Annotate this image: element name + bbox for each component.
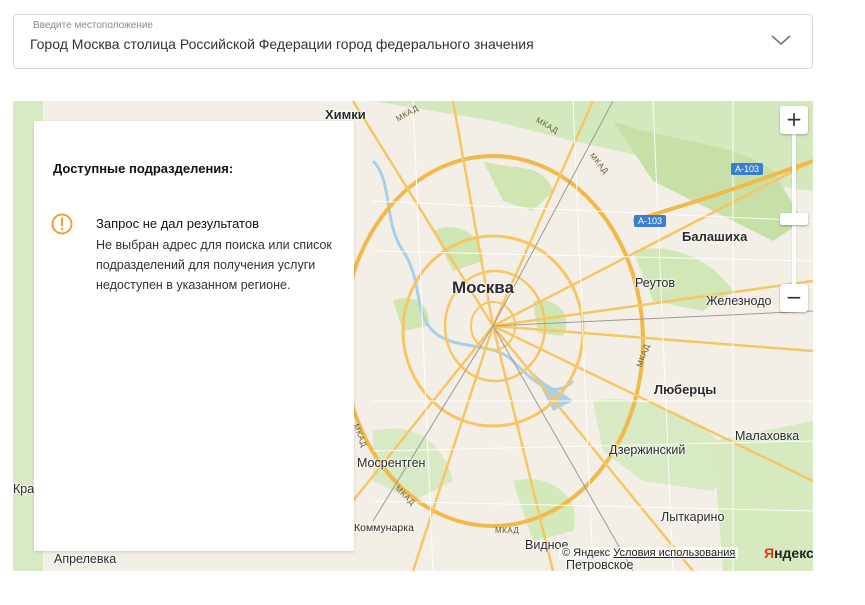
road-sign-a103: А-103 xyxy=(731,163,764,175)
map-label-moskva: Москва xyxy=(452,278,514,297)
yandex-logo[interactable]: Яндекс xyxy=(764,545,813,561)
map-label-kra: Кра xyxy=(13,482,35,496)
map-label-kommunarka: Коммунарка xyxy=(354,522,414,534)
units-panel: Доступные подразделения: Запрос не дал р… xyxy=(34,121,354,551)
road-sign-a103: А-103 xyxy=(634,215,667,227)
map-label-khimki: Химки xyxy=(325,107,366,122)
map-label-zheleznodor: Железнодо xyxy=(706,294,772,308)
logo-rest: ндекс xyxy=(774,545,813,561)
location-value[interactable]: Город Москва столица Российской Федераци… xyxy=(30,36,534,52)
terms-of-use-link[interactable]: Условия использования xyxy=(613,547,735,559)
logo-first-letter: Я xyxy=(764,545,775,561)
result-title: Запрос не дал результатов xyxy=(96,216,259,231)
map-label-mosrentgen: Мосрентген xyxy=(357,456,426,470)
location-select[interactable]: Введите местоположение Город Москва стол… xyxy=(13,14,813,69)
result-text: Не выбран адрес для поиска или список по… xyxy=(96,238,332,292)
map-label-lytkarino: Лыткарино xyxy=(661,510,725,524)
map-label-dzerzhinsky: Дзержинский xyxy=(609,443,686,457)
map-label-reutov: Реутов xyxy=(635,276,676,290)
zoom-in-button[interactable]: + xyxy=(780,106,808,134)
map-label-balashikha: Балашиха xyxy=(682,229,748,244)
chevron-down-icon[interactable] xyxy=(770,33,792,47)
zoom-out-button[interactable]: − xyxy=(780,284,808,312)
warning-circle-icon xyxy=(51,213,73,235)
copyright-prefix: © Яндекс xyxy=(562,547,611,559)
panel-title: Доступные подразделения: xyxy=(53,161,234,176)
mkad-label: МКАД xyxy=(495,526,520,535)
map-label-lyubertsy: Люберцы xyxy=(654,382,717,397)
map[interactable]: Химки Москва Балашиха Реутов Железнодо Л… xyxy=(13,101,813,571)
map-label-malakhovka: Малаховка xyxy=(735,429,800,443)
map-label-petrovskoe: Петровское xyxy=(566,558,634,571)
zoom-track[interactable] xyxy=(792,134,796,284)
location-label: Введите местоположение xyxy=(33,20,153,31)
map-copyright: © Яндекс Условия использования xyxy=(559,547,739,559)
map-label-aprelevka: Апрелевка xyxy=(54,552,117,566)
zoom-slider-handle[interactable] xyxy=(780,213,808,225)
